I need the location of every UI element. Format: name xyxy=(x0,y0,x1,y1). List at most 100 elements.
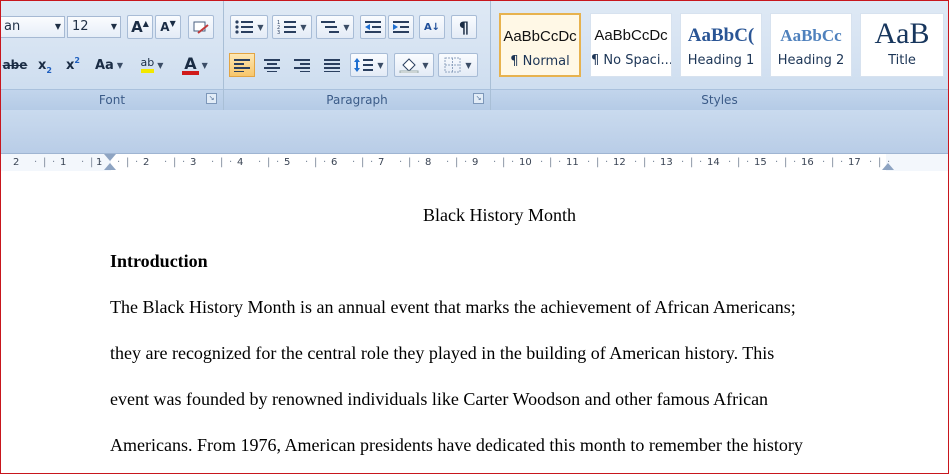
ruler-tick-mark: | xyxy=(690,157,694,168)
ruler-tick-mark: | xyxy=(455,157,459,168)
style-heading-1[interactable]: AaBbC( Heading 1 xyxy=(680,13,762,77)
ruler-tick-label: 4 xyxy=(237,157,244,168)
ruler-tick-mark: · xyxy=(511,157,515,168)
increase-indent-button[interactable] xyxy=(388,15,414,39)
ruler-tick-mark: · xyxy=(822,157,826,168)
align-left-button[interactable] xyxy=(229,53,255,77)
font-dialog-launcher-icon[interactable]: ↘ xyxy=(206,93,217,104)
font-size-value: 12 xyxy=(72,19,89,34)
ruler-tick-mark: · xyxy=(323,157,327,168)
align-center-icon xyxy=(264,59,280,72)
ruler-tick-mark: | xyxy=(43,157,47,168)
ruler-tick-mark: · xyxy=(258,157,262,168)
document-page[interactable]: Black History Month Introduction The Bla… xyxy=(1,171,948,473)
subscript-mark: 2 xyxy=(46,65,52,75)
superscript-button[interactable]: x2 xyxy=(62,53,84,77)
hanging-indent-marker[interactable] xyxy=(104,163,116,170)
subscript-label: x xyxy=(38,57,47,73)
ruler-tick-mark: | xyxy=(173,157,177,168)
ruler-tick-label: 3 xyxy=(190,157,197,168)
borders-button[interactable]: ▼ xyxy=(438,53,478,77)
ruler-tick-mark: | xyxy=(90,157,94,168)
chevron-down-icon: ▼ xyxy=(257,22,264,32)
highlighter-icon: ab xyxy=(140,57,155,73)
ruler-tick-mark: · xyxy=(634,157,638,168)
ruler-tick-mark: · xyxy=(746,157,750,168)
ruler-tick-label: 13 xyxy=(660,157,673,168)
ruler-tick-mark: | xyxy=(502,157,506,168)
svg-text:3: 3 xyxy=(277,30,280,35)
first-line-indent-marker[interactable] xyxy=(104,154,116,161)
shrink-font-button[interactable]: A ▼ xyxy=(155,15,181,39)
style-heading-2[interactable]: AaBbCc Heading 2 xyxy=(770,13,852,77)
grow-font-button[interactable]: A ▲ xyxy=(127,15,153,39)
style-normal[interactable]: AaBbCcDc ¶ Normal xyxy=(499,13,581,77)
align-right-icon xyxy=(294,59,310,72)
ruler-tick-mark: · xyxy=(775,157,779,168)
strikethrough-button[interactable]: abe xyxy=(1,53,29,77)
ruler-tick-mark: | xyxy=(408,157,412,168)
ruler-tick-mark: · xyxy=(370,157,374,168)
ruler-tick-mark: · xyxy=(164,157,168,168)
ruler-tick-label: 17 xyxy=(848,157,861,168)
line-spacing-icon xyxy=(354,58,374,72)
style-no-spacing[interactable]: AaBbCcDc ¶ No Spaci... xyxy=(590,13,672,77)
sort-button[interactable]: A↓ xyxy=(419,15,445,39)
document-area-background xyxy=(1,111,948,153)
caret-down-icon: ▼ xyxy=(169,18,176,28)
ruler-tick-mark: · xyxy=(446,157,450,168)
ruler-tick-mark: · xyxy=(558,157,562,168)
style-sample: AaB xyxy=(874,17,930,50)
ruler-tick-mark: | xyxy=(549,157,553,168)
font-size-combo[interactable]: 12 ▼ xyxy=(67,16,121,38)
justify-button[interactable] xyxy=(319,53,345,77)
ruler-tick-mark: | xyxy=(126,157,130,168)
align-right-button[interactable] xyxy=(289,53,315,77)
superscript-label: x xyxy=(66,57,75,73)
right-indent-marker[interactable] xyxy=(882,163,894,170)
subscript-button[interactable]: x2 xyxy=(34,53,56,77)
ruler-tick-mark: · xyxy=(117,157,121,168)
numbering-button[interactable]: 1 2 3 ▼ xyxy=(272,15,312,39)
bullets-button[interactable]: ▼ xyxy=(230,15,268,39)
ruler-tick-label: 11 xyxy=(566,157,579,168)
align-center-button[interactable] xyxy=(259,53,285,77)
highlight-button[interactable]: ab ▼ xyxy=(133,53,171,77)
decrease-indent-button[interactable] xyxy=(360,15,386,39)
ruler-text-area xyxy=(111,154,886,171)
ruler-tick-mark: · xyxy=(182,157,186,168)
ruler-tick-mark: · xyxy=(34,157,38,168)
font-name-combo[interactable]: an ▼ xyxy=(1,16,65,38)
justify-icon xyxy=(324,59,340,72)
clear-formatting-button[interactable] xyxy=(188,15,214,39)
ruler-tick-mark: | xyxy=(314,157,318,168)
ruler-tick-mark: · xyxy=(840,157,844,168)
horizontal-ruler[interactable]: 2 · | · 1 · | · 1 · | · 2 · | · 3 · | · 4 · | · 5 · | · 6 · | · 7 · | · 8 · | ·… xyxy=(1,153,948,172)
style-title[interactable]: AaB Title xyxy=(860,13,944,77)
font-color-icon: A xyxy=(182,53,199,75)
chevron-down-icon: ▼ xyxy=(465,60,472,70)
ruler-tick-label: 2 xyxy=(13,157,20,168)
eraser-icon xyxy=(193,21,209,34)
multilevel-list-button[interactable]: ▼ xyxy=(316,15,354,39)
show-formatting-marks-button[interactable]: ¶ xyxy=(451,15,477,39)
ruler-tick-mark: · xyxy=(135,157,139,168)
style-sample: AaBbCc xyxy=(780,26,842,45)
line-spacing-button[interactable]: ▼ xyxy=(350,53,388,77)
shading-button[interactable]: ▼ xyxy=(394,53,434,77)
ruler-tick-mark: · xyxy=(211,157,215,168)
ruler-tick-label: 7 xyxy=(378,157,385,168)
change-case-button[interactable]: Aa ▼ xyxy=(91,53,127,77)
align-left-icon xyxy=(234,59,250,72)
paragraph-dialog-launcher-icon[interactable]: ↘ xyxy=(473,93,484,104)
ruler-tick-label: 8 xyxy=(425,157,432,168)
ruler-tick-mark: | xyxy=(220,157,224,168)
font-color-button[interactable]: A ▼ xyxy=(175,53,215,77)
font-name-value: an xyxy=(4,19,21,34)
chevron-down-icon[interactable]: ▼ xyxy=(55,17,61,37)
ruler-tick-mark: · xyxy=(728,157,732,168)
chevron-down-icon[interactable]: ▼ xyxy=(111,17,117,37)
font-group-label: Font xyxy=(1,89,223,110)
styles-group: AaBbCcDc ¶ Normal AaBbCcDc ¶ No Spaci...… xyxy=(491,1,948,110)
ruler-tick-mark: · xyxy=(399,157,403,168)
